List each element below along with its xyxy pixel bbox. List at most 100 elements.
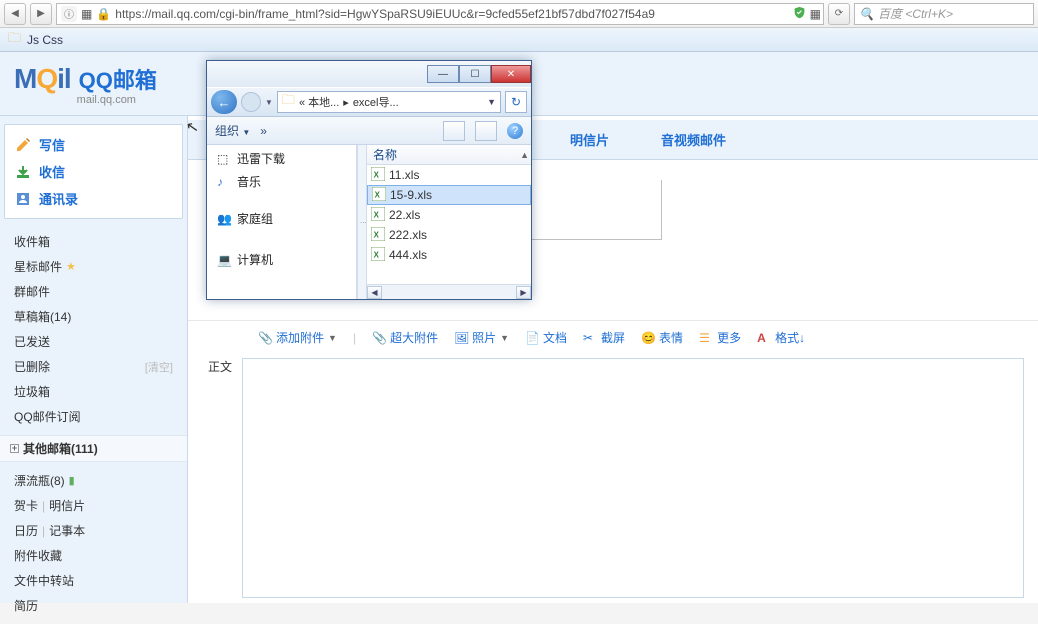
logo-sub: mail.qq.com	[77, 95, 157, 105]
attach-button[interactable]: 📎添加附件 ▼	[258, 329, 337, 346]
chevron-down-icon: ▼	[500, 333, 509, 343]
chevron-down-icon[interactable]: ▼	[265, 98, 273, 107]
tree-xunlei[interactable]: ⬚迅雷下载	[207, 147, 356, 170]
music-icon: ♪	[217, 175, 231, 189]
file-list: 名称▲ X11.xlsX15-9.xlsX22.xlsX222.xlsX444.…	[367, 145, 531, 299]
svg-text:X: X	[374, 210, 380, 219]
photo-button[interactable]: 🖼照片 ▼	[454, 329, 509, 346]
file-transfer[interactable]: 文件中转站	[10, 568, 177, 593]
dialog-path[interactable]: 🗀 « 本地... ▸ excel导... ▼	[277, 91, 501, 113]
empty-link[interactable]: [清空]	[145, 359, 173, 375]
folder-deleted[interactable]: 已删除[清空]	[10, 354, 177, 379]
nav-back-button[interactable]: ◀	[4, 3, 26, 25]
file-row[interactable]: X 444.xls	[367, 245, 531, 265]
horizontal-scrollbar[interactable]: ◀ ▶	[367, 284, 531, 299]
logo[interactable]: MQil QQ邮箱 mail.qq.com	[14, 63, 157, 105]
bookmark-folder[interactable]: Js Css	[27, 33, 63, 47]
tab-mixer-icon: ▦	[81, 7, 92, 21]
emoji-icon: 😊	[641, 331, 655, 345]
doc-button[interactable]: 📄文档	[525, 329, 567, 346]
preview-pane-button[interactable]	[475, 121, 497, 141]
file-row[interactable]: X 15-9.xls	[367, 185, 531, 205]
svg-text:X: X	[375, 190, 381, 199]
maximize-button[interactable]: ☐	[459, 65, 491, 83]
file-row[interactable]: X222.xls	[367, 225, 531, 245]
site-identity-icon[interactable]: ⓘ	[61, 6, 77, 22]
dialog-forward-button[interactable]	[241, 92, 261, 112]
scroll-right-button[interactable]: ▶	[516, 286, 531, 299]
xls-icon: X	[371, 247, 385, 264]
folder-spam[interactable]: 垃圾箱	[10, 379, 177, 404]
cards-postcard[interactable]: 贺卡 | 明信片	[10, 493, 177, 518]
chevron-down-icon[interactable]: ▼	[487, 97, 496, 107]
receive-label: 收信	[39, 162, 65, 181]
xls-icon: X	[371, 167, 385, 184]
star-icon: ★	[66, 260, 76, 273]
expand-icon: +	[10, 444, 19, 453]
emoji-button[interactable]: 😊表情	[641, 329, 683, 346]
homegroup-icon: 👥	[217, 212, 231, 226]
contacts-button[interactable]: 通讯录	[15, 185, 172, 212]
dialog-titlebar[interactable]: — ☐ ✕	[207, 61, 531, 87]
close-button[interactable]: ✕	[491, 65, 531, 83]
logo-cn: QQ邮箱	[79, 68, 157, 93]
folder-starred[interactable]: 星标邮件 ★	[10, 254, 177, 279]
format-icon: A	[757, 331, 771, 345]
body-editor[interactable]	[242, 358, 1024, 598]
file-name: 15-9.xls	[390, 188, 432, 202]
path-segment-2[interactable]: excel导...	[353, 94, 399, 110]
receive-button[interactable]: 收信	[15, 158, 172, 185]
resume[interactable]: 简历	[10, 593, 177, 618]
minimize-button[interactable]: —	[427, 65, 459, 83]
tree-computer[interactable]: 💻计算机	[207, 248, 356, 271]
file-name: 444.xls	[389, 248, 427, 262]
drift-bottle[interactable]: 漂流瓶(8) ▮	[10, 468, 177, 493]
screenshot-button[interactable]: ✂截屏	[583, 329, 625, 346]
folder-inbox[interactable]: 收件箱	[10, 229, 177, 254]
dialog-toolbar: 组织 ▼ » ?	[207, 117, 531, 145]
attach-fav[interactable]: 附件收藏	[10, 543, 177, 568]
tab-postcard[interactable]: 明信片	[564, 120, 615, 159]
view-mode-button[interactable]	[443, 121, 465, 141]
reload-button[interactable]: ⟳	[828, 3, 850, 25]
dialog-back-button[interactable]: ←	[211, 90, 237, 114]
other-mailbox-section[interactable]: +其他邮箱(111)	[0, 435, 187, 462]
folder-subscribe[interactable]: QQ邮件订阅	[10, 404, 177, 429]
paperclip-big-icon: 📎	[372, 331, 386, 345]
tree-music[interactable]: ♪音乐	[207, 170, 356, 193]
compose-button[interactable]: 写信	[15, 131, 172, 158]
browser-search[interactable]: 🔍 百度 <Ctrl+K>	[854, 3, 1034, 25]
big-attach-button[interactable]: 📎超大附件	[372, 329, 438, 346]
shield-icon[interactable]	[793, 6, 806, 22]
file-name: 222.xls	[389, 228, 427, 242]
path-segment-1[interactable]: « 本地...	[299, 94, 339, 110]
folder-drafts[interactable]: 草稿箱(14)	[10, 304, 177, 329]
lock-icon: 🔒	[96, 7, 111, 21]
column-header-name[interactable]: 名称▲	[367, 145, 531, 165]
chevron-down-icon: ▼	[328, 333, 337, 343]
url-bar[interactable]: ⓘ ▦ 🔒 https://mail.qq.com/cgi-bin/frame_…	[56, 3, 824, 25]
tree-homegroup[interactable]: 👥家庭组	[207, 207, 356, 230]
more-button[interactable]: ☰更多	[699, 329, 741, 346]
file-open-dialog: — ☐ ✕ ← ▼ 🗀 « 本地... ▸ excel导... ▼ ↻ 组织 ▼…	[206, 60, 532, 300]
extras-list: 漂流瓶(8) ▮ 贺卡 | 明信片 日历 | 记事本 附件收藏 文件中转站 简历	[0, 462, 187, 624]
compose-label: 写信	[39, 135, 65, 154]
splitter[interactable]: ⋮	[357, 145, 367, 299]
format-button[interactable]: A格式↓	[757, 329, 805, 346]
overflow-icon[interactable]: »	[260, 124, 267, 138]
organize-menu[interactable]: 组织 ▼	[215, 122, 250, 139]
file-row[interactable]: X 22.xls	[367, 205, 531, 225]
tab-av-mail[interactable]: 音视频邮件	[655, 120, 732, 159]
qr-icon[interactable]: ▦	[810, 7, 819, 21]
calendar-notes[interactable]: 日历 | 记事本	[10, 518, 177, 543]
folder-group[interactable]: 群邮件	[10, 279, 177, 304]
search-icon: 🔍	[859, 7, 874, 21]
file-row[interactable]: X11.xls	[367, 165, 531, 185]
file-name: 22.xls	[389, 208, 420, 222]
refresh-button[interactable]: ↻	[505, 91, 527, 113]
nav-forward-button[interactable]: ▶	[30, 3, 52, 25]
folder-sent[interactable]: 已发送	[10, 329, 177, 354]
help-icon[interactable]: ?	[507, 123, 523, 139]
scroll-left-button[interactable]: ◀	[367, 286, 382, 299]
decorative-line	[532, 180, 662, 240]
